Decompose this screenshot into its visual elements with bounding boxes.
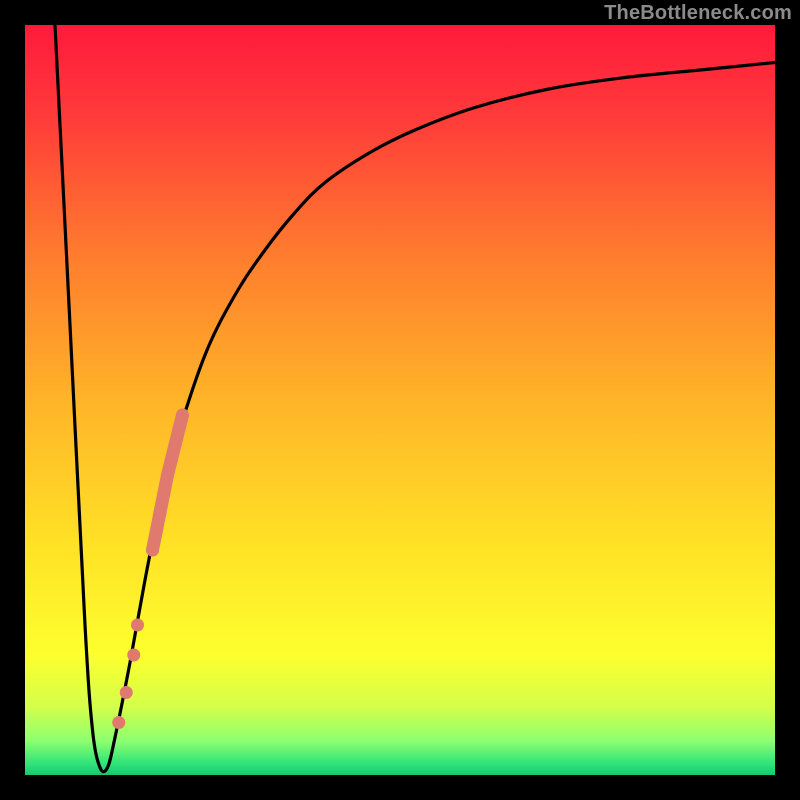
- watermark-text: TheBottleneck.com: [604, 2, 792, 25]
- curve-layer: [25, 25, 775, 775]
- marker-dot: [161, 469, 174, 482]
- marker-dot: [120, 686, 133, 699]
- marker-dot: [112, 716, 125, 729]
- highlighted-segment: [112, 409, 189, 730]
- marker-dot: [176, 409, 189, 422]
- marker-dot: [127, 649, 140, 662]
- marker-dot: [150, 525, 163, 538]
- marker-dot: [131, 619, 144, 632]
- marker-dot: [165, 454, 178, 467]
- bottleneck-curve: [55, 25, 775, 772]
- marker-dot: [154, 506, 167, 519]
- marker-dot: [146, 544, 159, 557]
- marker-dot: [172, 424, 185, 437]
- marker-dot: [169, 439, 182, 452]
- marker-dot: [157, 487, 170, 500]
- chart-frame: TheBottleneck.com: [0, 0, 800, 800]
- plot-area: [25, 25, 775, 775]
